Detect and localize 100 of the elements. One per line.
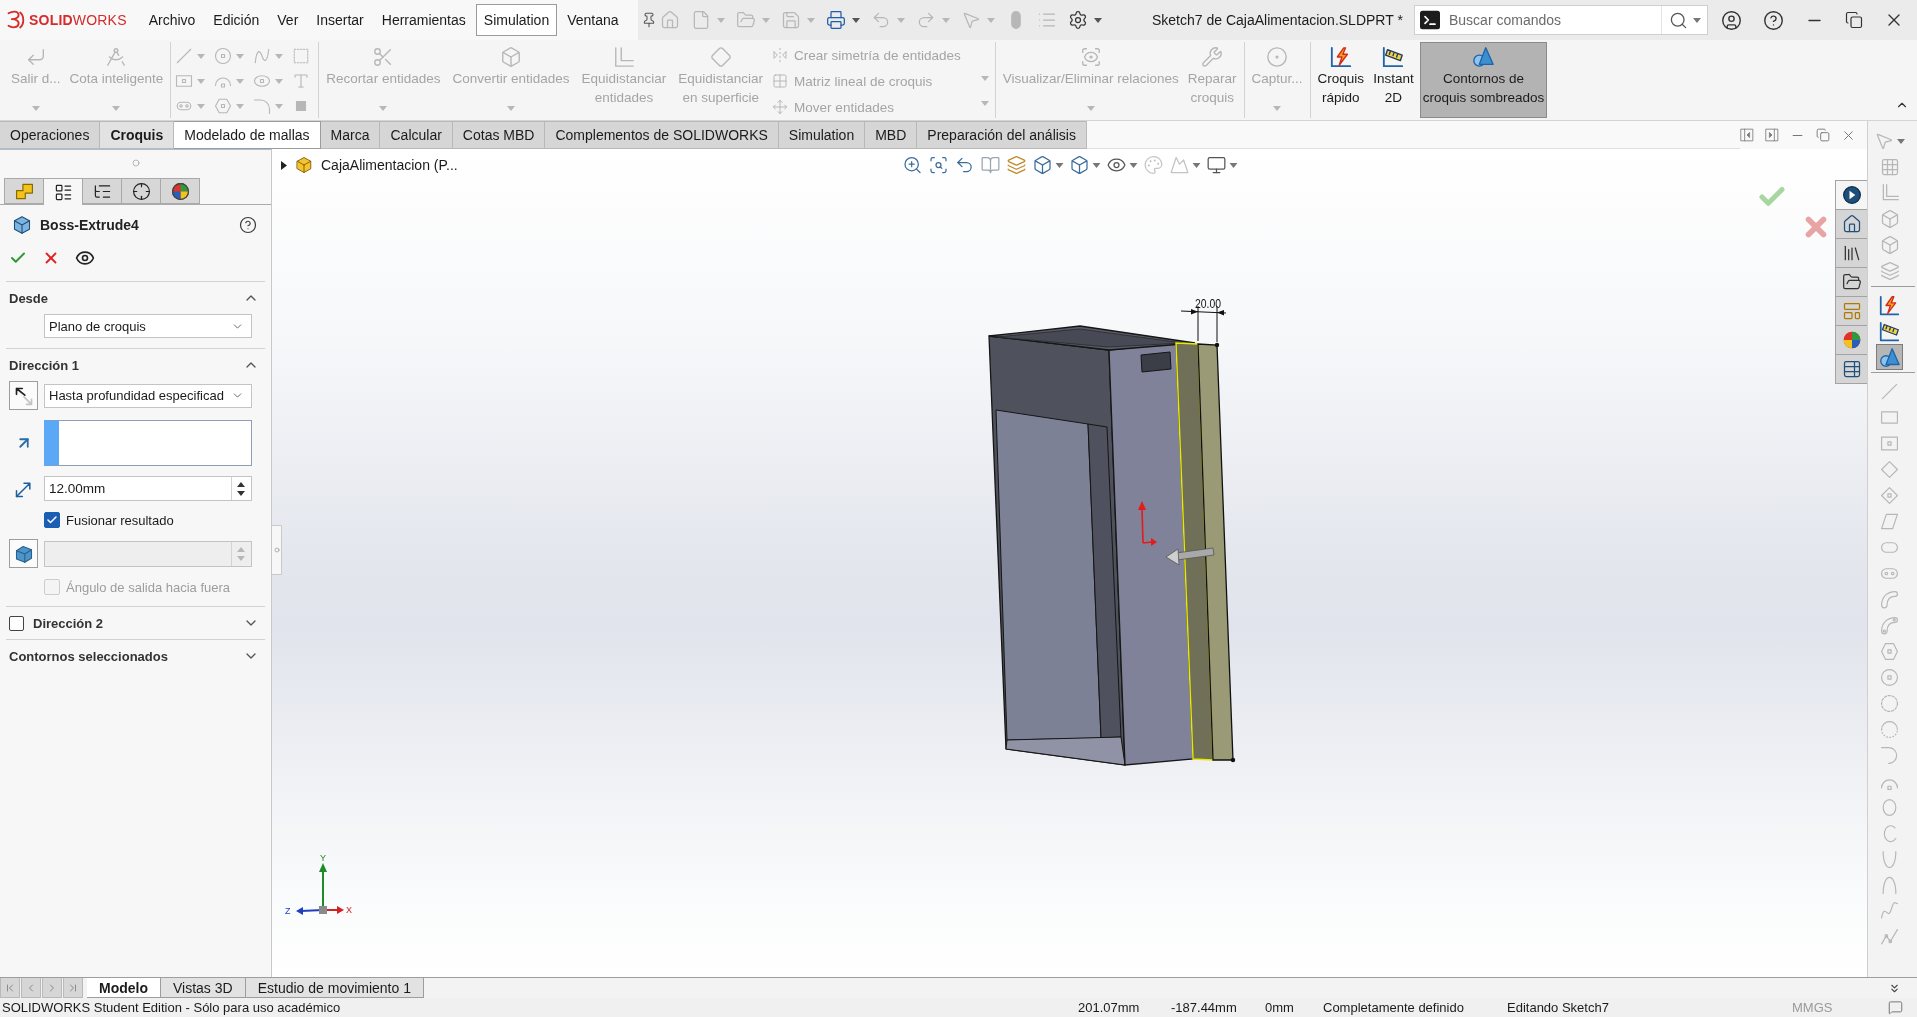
task-pane-tab[interactable] (1835, 267, 1867, 297)
section-title: Dirección 1 (9, 357, 81, 373)
panel-tab[interactable] (160, 178, 200, 204)
command-tab[interactable]: MBD (865, 121, 918, 149)
part-icon (295, 156, 313, 174)
caret-icon[interactable] (1229, 162, 1237, 168)
bottom-tab[interactable]: Estudio de movimiento 1 (245, 978, 424, 998)
settings-icon[interactable] (1068, 10, 1088, 30)
open-book-icon[interactable] (980, 155, 1000, 175)
search-icon[interactable] (1669, 10, 1688, 30)
dimension-value[interactable]: 20.00 (1195, 296, 1228, 311)
dropdown[interactable]: Plano de croquis (44, 314, 252, 338)
zoom-in-icon[interactable] (902, 155, 922, 175)
tab-scroll-button[interactable] (63, 978, 83, 998)
palette-icon[interactable] (1143, 155, 1163, 175)
menu-item[interactable]: Ventana (559, 4, 627, 36)
help-icon[interactable] (1763, 9, 1784, 31)
tree-item-label[interactable]: CajaAlimentacion (P... (321, 157, 458, 173)
command-tab[interactable]: Calcular (380, 121, 453, 149)
caret-icon[interactable] (1055, 162, 1063, 168)
menu-item[interactable]: Simulation (475, 4, 558, 36)
crosshair-icon (131, 181, 151, 201)
section-title: Desde (9, 290, 50, 306)
panel-splitter-handle[interactable] (272, 525, 282, 575)
caret-icon[interactable] (1092, 162, 1100, 168)
caret-icon[interactable] (1897, 138, 1905, 144)
list-panel-icon (53, 182, 73, 202)
panel-tab[interactable] (82, 178, 122, 204)
command-button[interactable]: Contornos de croquis sombreados (1419, 42, 1548, 118)
grip-dot-icon[interactable] (131, 158, 140, 167)
caret-icon[interactable] (1693, 17, 1701, 23)
menu-item[interactable]: Ver (269, 4, 307, 36)
command-button[interactable]: Croquis rápido (1314, 42, 1368, 118)
stacked-blocks-icon (14, 181, 34, 201)
cube-icon[interactable] (1032, 155, 1052, 175)
lightning-frame-icon[interactable] (1329, 46, 1352, 68)
command-tab[interactable]: Operaciones (0, 121, 101, 149)
circle-triangle-icon[interactable] (1472, 46, 1495, 68)
command-tab[interactable]: Modelado de mallas (174, 121, 321, 149)
task-pane-tab[interactable] (1835, 354, 1867, 384)
logo-mark-icon (6, 10, 26, 30)
caret-icon[interactable] (1192, 162, 1200, 168)
terminal-icon (1420, 10, 1440, 30)
command-tab[interactable]: Simulation (778, 121, 866, 149)
toggle-tool-button[interactable] (1876, 344, 1903, 370)
checkbox[interactable] (9, 615, 24, 631)
caret-icon[interactable] (1094, 17, 1102, 23)
axis-label: Z (285, 906, 291, 916)
number-field[interactable]: 12.00mm (44, 476, 252, 501)
printer-icon[interactable] (826, 10, 846, 30)
checkbox[interactable] (44, 512, 60, 528)
tab-scroll-button[interactable] (42, 978, 62, 998)
selection-field[interactable] (44, 420, 252, 466)
task-pane-tab[interactable] (1835, 238, 1867, 268)
command-tab[interactable]: Preparación del análisis (917, 121, 1087, 149)
undo-arrow-icon[interactable] (954, 155, 974, 175)
task-pane-tab[interactable] (1835, 209, 1867, 239)
bottom-tab[interactable]: Vistas 3D (161, 978, 246, 998)
menu-item[interactable]: Herramientas (373, 4, 474, 36)
checkbox-label: Fusionar resultado (66, 512, 174, 528)
cube-icon[interactable] (1069, 155, 1089, 175)
user-icon[interactable] (1721, 9, 1742, 31)
panel-left-icon[interactable] (1740, 128, 1754, 142)
panel-tab[interactable] (121, 178, 161, 204)
restore-icon[interactable] (1845, 11, 1863, 29)
command-tab[interactable]: Cotas MBD (452, 121, 546, 149)
ruler-frame-icon[interactable] (1382, 46, 1405, 68)
edit-status: Editando Sketch7 (1507, 1000, 1610, 1015)
command-tab[interactable]: Marca (320, 121, 381, 149)
sketch-axis-arrows (1138, 501, 1157, 546)
checkmark-icon (46, 514, 58, 526)
tab-scroll-button[interactable] (0, 978, 20, 998)
zoom-area-icon[interactable] (928, 155, 948, 175)
menu-item[interactable]: Edición (205, 4, 268, 36)
caret-icon[interactable] (1129, 162, 1137, 168)
feature-title: Boss-Extrude4 (40, 217, 140, 233)
expand-triangle-icon[interactable] (281, 160, 287, 170)
monitor-icon[interactable] (1206, 155, 1226, 175)
task-pane-tab[interactable] (1835, 180, 1867, 210)
caret-icon[interactable] (852, 17, 860, 23)
drag-arrow-handle[interactable] (1165, 547, 1215, 566)
lightning-frame-icon (1879, 294, 1900, 316)
speech-bubble-icon[interactable] (1888, 1000, 1903, 1015)
bottom-tab[interactable]: Modelo (87, 978, 161, 998)
layers-icon[interactable] (1006, 155, 1026, 175)
menu-item[interactable]: Archivo (140, 4, 204, 36)
grip-dot-icon[interactable] (273, 547, 280, 553)
search-box[interactable]: Buscar comandos (1414, 5, 1708, 35)
command-button[interactable]: Instant 2D (1370, 42, 1417, 118)
command-tab[interactable]: Complementos de SOLIDWORKS (545, 121, 779, 149)
eye-icon[interactable] (75, 248, 95, 268)
search-field[interactable]: Buscar comandos (1449, 10, 1652, 30)
panel-right-icon[interactable] (1765, 128, 1779, 142)
panel-tab[interactable] (43, 178, 83, 205)
dropdown[interactable]: Hasta profundidad especificad (44, 383, 252, 408)
tab-scroll-button[interactable] (21, 978, 41, 998)
help-icon[interactable] (239, 216, 257, 234)
ruler-frame-icon (1879, 320, 1900, 342)
menu-item[interactable]: Insertar (308, 4, 372, 36)
command-tab[interactable]: Croquis (100, 121, 175, 149)
